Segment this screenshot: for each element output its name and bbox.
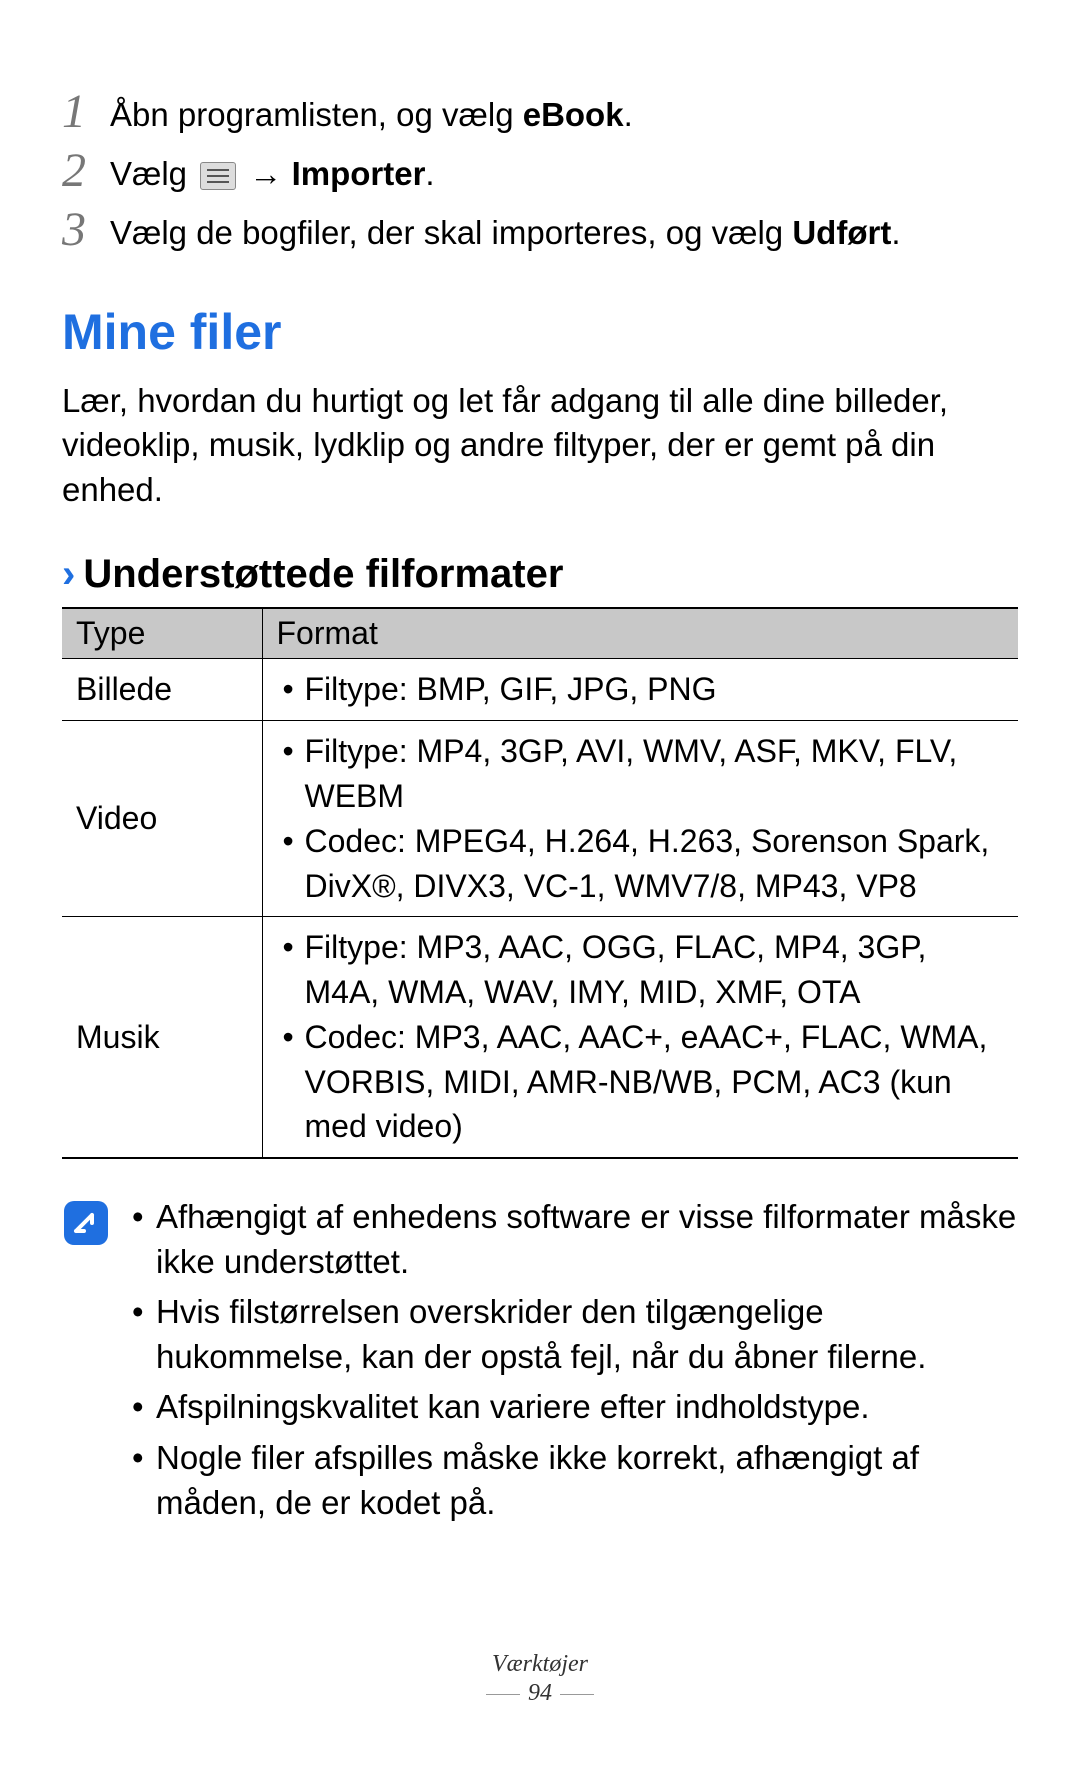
cell-type: Billede (62, 659, 262, 721)
step-text: Vælg → Importer. (110, 147, 435, 196)
subsection-title: Understøttede filformater (83, 552, 563, 597)
note-item: Nogle filer afspilles måske ikke korrekt… (132, 1436, 1018, 1525)
step-3: 3 Vælg de bogfiler, der skal importeres,… (62, 206, 1018, 255)
menu-icon (200, 162, 236, 190)
subsection-heading: › Understøttede filformater (62, 552, 1018, 597)
format-table: Type Format Billede Filtype: BMP, GIF, J… (62, 607, 1018, 1159)
note-item: Afhængigt af enhedens software er visse … (132, 1195, 1018, 1284)
step-text: Vælg de bogfiler, der skal importeres, o… (110, 206, 900, 255)
chevron-right-icon: › (62, 552, 75, 597)
step-1: 1 Åbn programlisten, og vælg eBook. (62, 88, 1018, 137)
cell-format: Filtype: MP3, AAC, OGG, FLAC, MP4, 3GP, … (262, 917, 1018, 1158)
cell-format: Filtype: BMP, GIF, JPG, PNG (262, 659, 1018, 721)
cell-type: Video (62, 721, 262, 917)
numbered-steps: 1 Åbn programlisten, og vælg eBook. 2 Væ… (62, 88, 1018, 255)
step-number: 1 (62, 88, 110, 136)
footer-category: Værktøjer (0, 1651, 1080, 1678)
footer-page-number: 94 (0, 1680, 1080, 1707)
section-heading: Mine filer (62, 303, 1018, 361)
table-row: Musik Filtype: MP3, AAC, OGG, FLAC, MP4,… (62, 917, 1018, 1158)
table-row: Video Filtype: MP4, 3GP, AVI, WMV, ASF, … (62, 721, 1018, 917)
step-number: 2 (62, 147, 110, 195)
page-footer: Værktøjer 94 (0, 1651, 1080, 1707)
cell-format: Filtype: MP4, 3GP, AVI, WMV, ASF, MKV, F… (262, 721, 1018, 917)
cell-type: Musik (62, 917, 262, 1158)
note-item: Afspilningskvalitet kan variere efter in… (132, 1385, 1018, 1430)
note-block: Afhængigt af enhedens software er visse … (62, 1195, 1018, 1531)
table-row: Billede Filtype: BMP, GIF, JPG, PNG (62, 659, 1018, 721)
section-body: Lær, hvordan du hurtigt og let får adgan… (62, 379, 1018, 513)
step-2: 2 Vælg → Importer. (62, 147, 1018, 196)
table-header-format: Format (262, 608, 1018, 659)
note-icon (62, 1199, 110, 1247)
note-item: Hvis filstørrelsen overskrider den tilgæ… (132, 1290, 1018, 1379)
page-content: 1 Åbn programlisten, og vælg eBook. 2 Væ… (0, 0, 1080, 1531)
step-number: 3 (62, 206, 110, 254)
step-text: Åbn programlisten, og vælg eBook. (110, 88, 633, 137)
table-header-type: Type (62, 608, 262, 659)
note-list: Afhængigt af enhedens software er visse … (132, 1195, 1018, 1531)
